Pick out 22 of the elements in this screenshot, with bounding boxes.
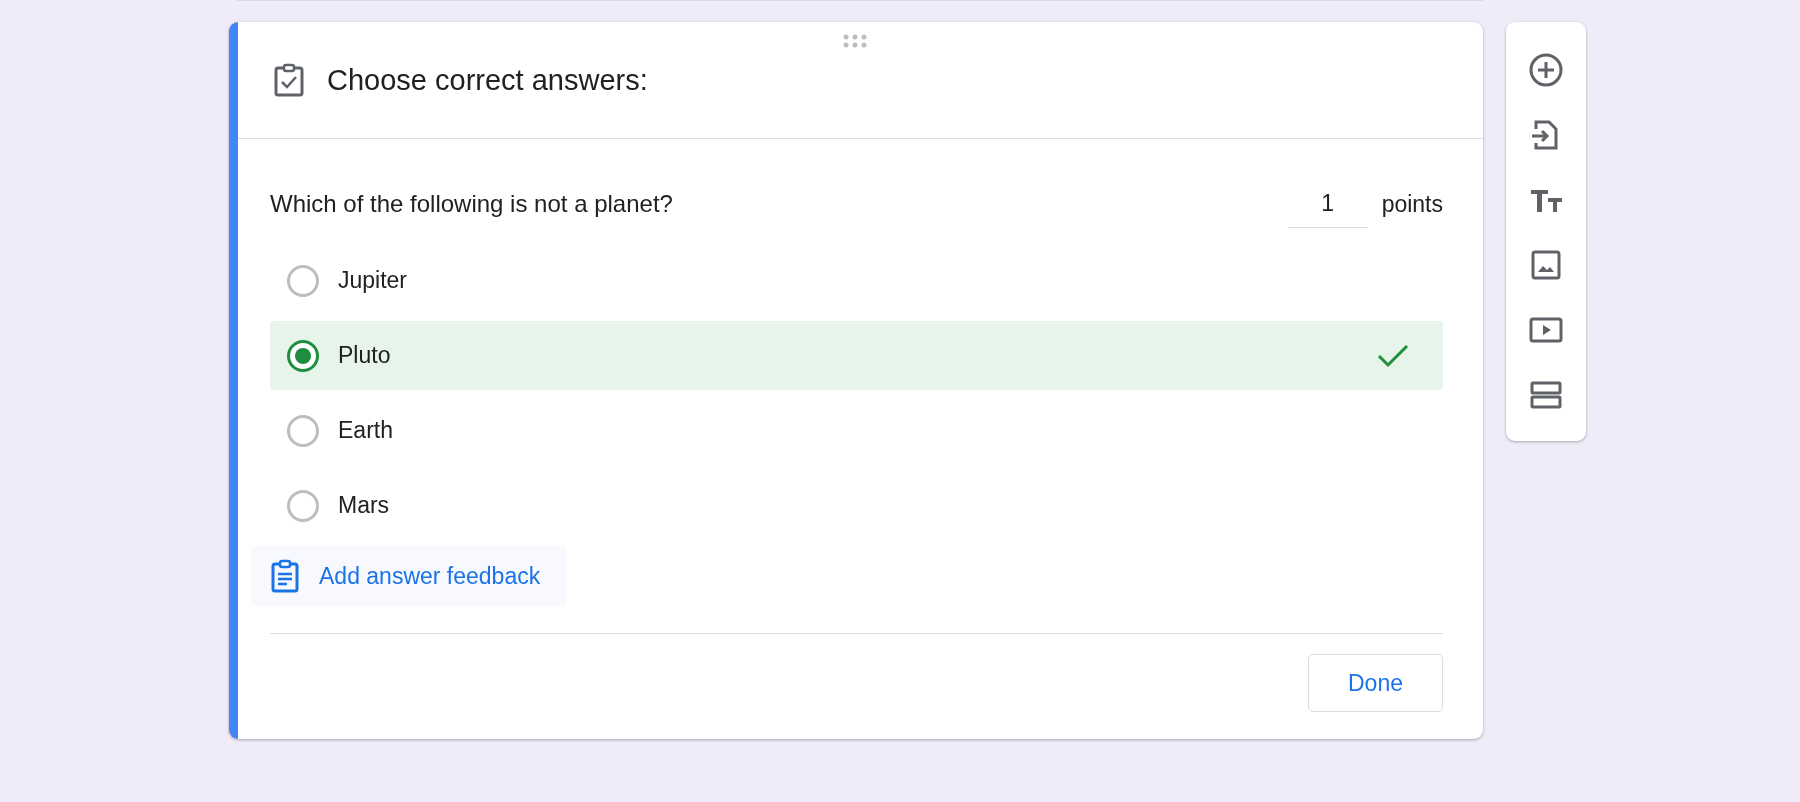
points-label: points	[1381, 190, 1443, 218]
radio-button[interactable]	[286, 413, 320, 448]
question-text: Which of the following is not a planet?	[270, 190, 674, 218]
answer-option[interactable]: Pluto	[270, 321, 1443, 390]
section-title: Choose correct answers:	[327, 63, 648, 97]
radio-button[interactable]	[286, 338, 320, 373]
clipboard-icon	[271, 559, 299, 593]
checkmark-icon	[1377, 343, 1409, 368]
add-circle-icon[interactable]	[1528, 52, 1564, 88]
option-label: Mars	[338, 492, 391, 519]
option-label: Earth	[338, 417, 394, 444]
answer-option[interactable]: Mars	[270, 471, 1443, 540]
answer-option[interactable]: Earth	[270, 396, 1443, 465]
radio-button[interactable]	[286, 263, 320, 298]
drag-handle-icon[interactable]	[842, 34, 868, 48]
clipboard-check-icon	[273, 63, 305, 97]
answer-option[interactable]: Jupiter	[270, 246, 1443, 315]
done-button[interactable]: Done	[1308, 654, 1443, 712]
add-feedback-button[interactable]: Add answer feedback	[251, 546, 567, 606]
radio-button[interactable]	[286, 488, 320, 523]
option-label: Pluto	[338, 342, 392, 369]
option-label: Jupiter	[338, 267, 409, 294]
